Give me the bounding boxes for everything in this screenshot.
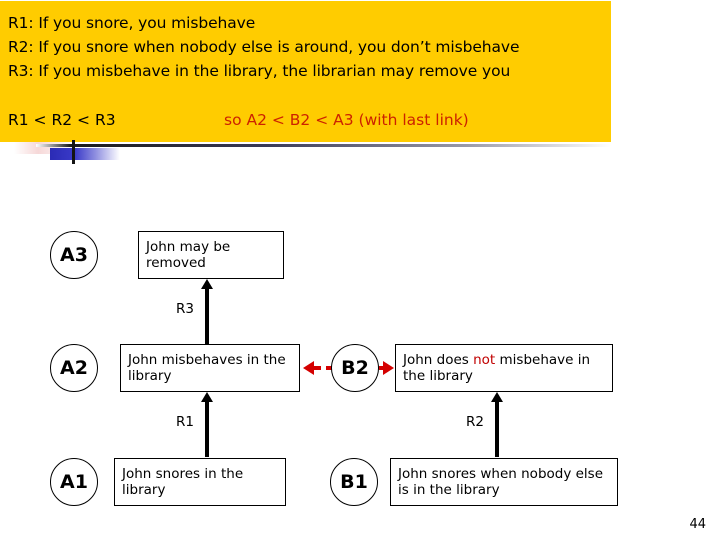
node-a1-label: A1 [60,471,88,493]
rule-line-r2: R2: If you snore when nobody else is aro… [8,38,520,56]
claim-box-a1: John snores in the library [114,458,286,506]
decor-gradient-bar [36,144,611,147]
node-b2-label: B2 [341,357,369,379]
claim-box-b2-text: John does not misbehave in the library [403,352,605,384]
page-number: 44 [689,517,706,532]
decor-vertical-tick [72,140,75,164]
node-a2: A2 [50,344,98,392]
claim-box-b2-negation: not [473,352,496,368]
claim-box-b1: John snores when nobody else is in the l… [390,458,618,506]
edge-label-r2: R2 [466,414,484,430]
edge-arrow-r2 [495,401,499,457]
claim-box-b2-text-pre: John does [403,352,474,368]
edge-arrow-r1 [205,401,209,457]
node-b1: B1 [330,458,378,506]
claim-box-a2: John misbehaves in the library [120,344,300,392]
claim-box-a3: John may be removed [138,231,284,279]
rule-ordering-text: R1 < R2 < R3 [8,111,116,129]
node-a2-label: A2 [60,357,88,379]
attack-arrowhead-toward-a2 [303,361,314,375]
edge-label-r1: R1 [176,414,194,430]
decor-gradient-blue [50,148,120,160]
node-a1: A1 [50,458,98,506]
claim-box-a2-text: John misbehaves in the library [128,352,286,384]
node-a3-label: A3 [60,244,88,266]
claim-box-b1-text: John snores when nobody else is in the l… [398,466,604,498]
edge-arrow-r3 [205,288,209,344]
argument-ordering-conclusion: so A2 < B2 < A3 (with last link) [224,111,469,129]
claim-box-b2: John does not misbehave in the library [395,344,613,392]
claim-box-a3-text: John may be removed [146,239,231,271]
attack-arrowhead-toward-b2-claim [383,361,394,375]
node-a3: A3 [50,231,98,279]
claim-box-a1-text: John snores in the library [122,466,244,498]
node-b1-label: B1 [340,471,368,493]
rule-line-r3: R3: If you misbehave in the library, the… [8,62,511,80]
edge-label-r3: R3 [176,301,194,317]
node-b2: B2 [331,344,379,392]
rule-line-r1: R1: If you snore, you misbehave [8,14,256,32]
rules-header-panel: R1: If you snore, you misbehave R2: If y… [0,1,611,142]
